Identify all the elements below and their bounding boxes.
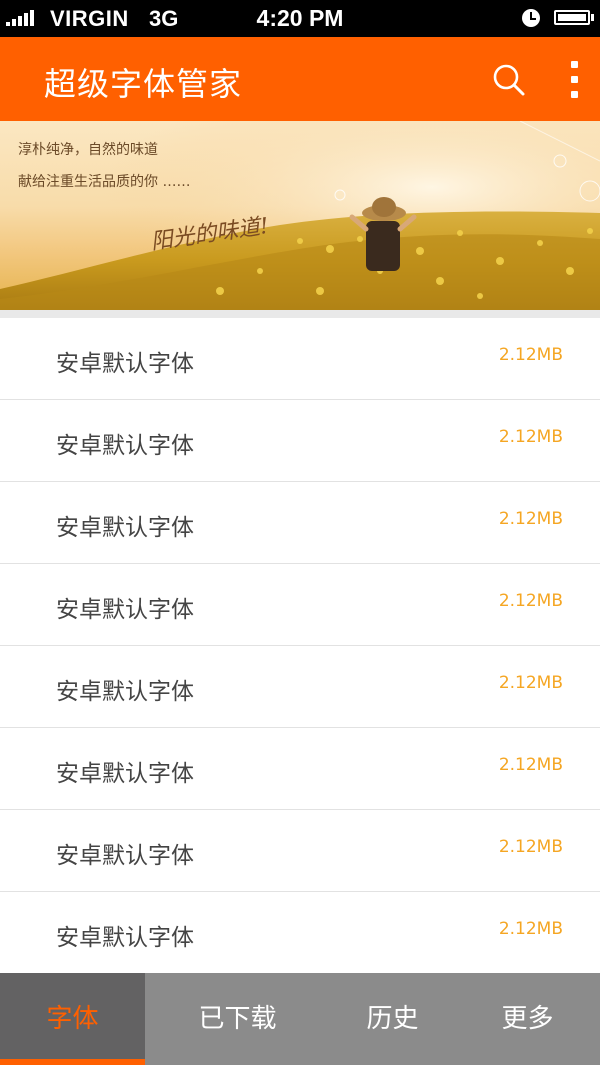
font-name: 安卓默认字体 xyxy=(56,351,194,377)
list-item[interactable]: 安卓默认字体 2.12MB xyxy=(0,564,600,646)
list-item[interactable]: 安卓默认字体 2.12MB xyxy=(0,810,600,892)
app-bar: 超级字体管家 xyxy=(0,37,600,121)
tab-more[interactable]: 更多 xyxy=(455,973,600,1065)
font-size: 2.12MB xyxy=(498,919,563,939)
font-size: 2.12MB xyxy=(498,509,563,529)
font-name: 安卓默认字体 xyxy=(56,679,194,705)
battery-icon xyxy=(554,10,590,25)
search-button[interactable] xyxy=(490,61,528,99)
app-title: 超级字体管家 xyxy=(44,65,243,103)
font-size: 2.12MB xyxy=(498,591,563,611)
font-size: 2.12MB xyxy=(498,837,563,857)
font-list: 安卓默认字体 2.12MB 安卓默认字体 2.12MB 安卓默认字体 2.12M… xyxy=(0,318,600,974)
alarm-clock-icon xyxy=(522,9,540,27)
banner-tagline-1: 淳朴纯净，自然的味道 xyxy=(18,142,158,158)
font-name: 安卓默认字体 xyxy=(56,597,194,623)
bottom-tab-bar: 字体 已下载 历史 更多 xyxy=(0,973,600,1065)
list-item[interactable]: 安卓默认字体 2.12MB xyxy=(0,646,600,728)
list-item[interactable]: 安卓默认字体 2.12MB xyxy=(0,318,600,400)
font-size: 2.12MB xyxy=(498,755,563,775)
font-name: 安卓默认字体 xyxy=(56,515,194,541)
promo-banner[interactable]: 淳朴纯净，自然的味道 献给注重生活品质的你 …… 阳光的味道! xyxy=(0,121,600,310)
font-size: 2.12MB xyxy=(498,345,563,365)
status-bar: VIRGIN 3G 4:20 PM xyxy=(0,0,600,37)
list-item[interactable]: 安卓默认字体 2.12MB xyxy=(0,892,600,974)
list-item[interactable]: 安卓默认字体 2.12MB xyxy=(0,400,600,482)
font-size: 2.12MB xyxy=(498,673,563,693)
divider-band xyxy=(0,310,600,318)
font-name: 安卓默认字体 xyxy=(56,925,194,951)
banner-tagline-2: 献给注重生活品质的你 …… xyxy=(18,174,191,190)
font-name: 安卓默认字体 xyxy=(56,433,194,459)
battery-tip xyxy=(591,14,594,21)
list-item[interactable]: 安卓默认字体 2.12MB xyxy=(0,728,600,810)
tab-history[interactable]: 历史 xyxy=(330,973,455,1065)
status-time: 4:20 PM xyxy=(256,5,344,31)
font-size: 2.12MB xyxy=(498,427,563,447)
list-item[interactable]: 安卓默认字体 2.12MB xyxy=(0,482,600,564)
search-icon xyxy=(493,64,525,96)
font-name: 安卓默认字体 xyxy=(56,843,194,869)
tab-downloaded[interactable]: 已下载 xyxy=(145,973,330,1065)
font-name: 安卓默认字体 xyxy=(56,761,194,787)
tab-fonts[interactable]: 字体 xyxy=(0,973,145,1065)
more-options-button[interactable] xyxy=(562,59,588,101)
